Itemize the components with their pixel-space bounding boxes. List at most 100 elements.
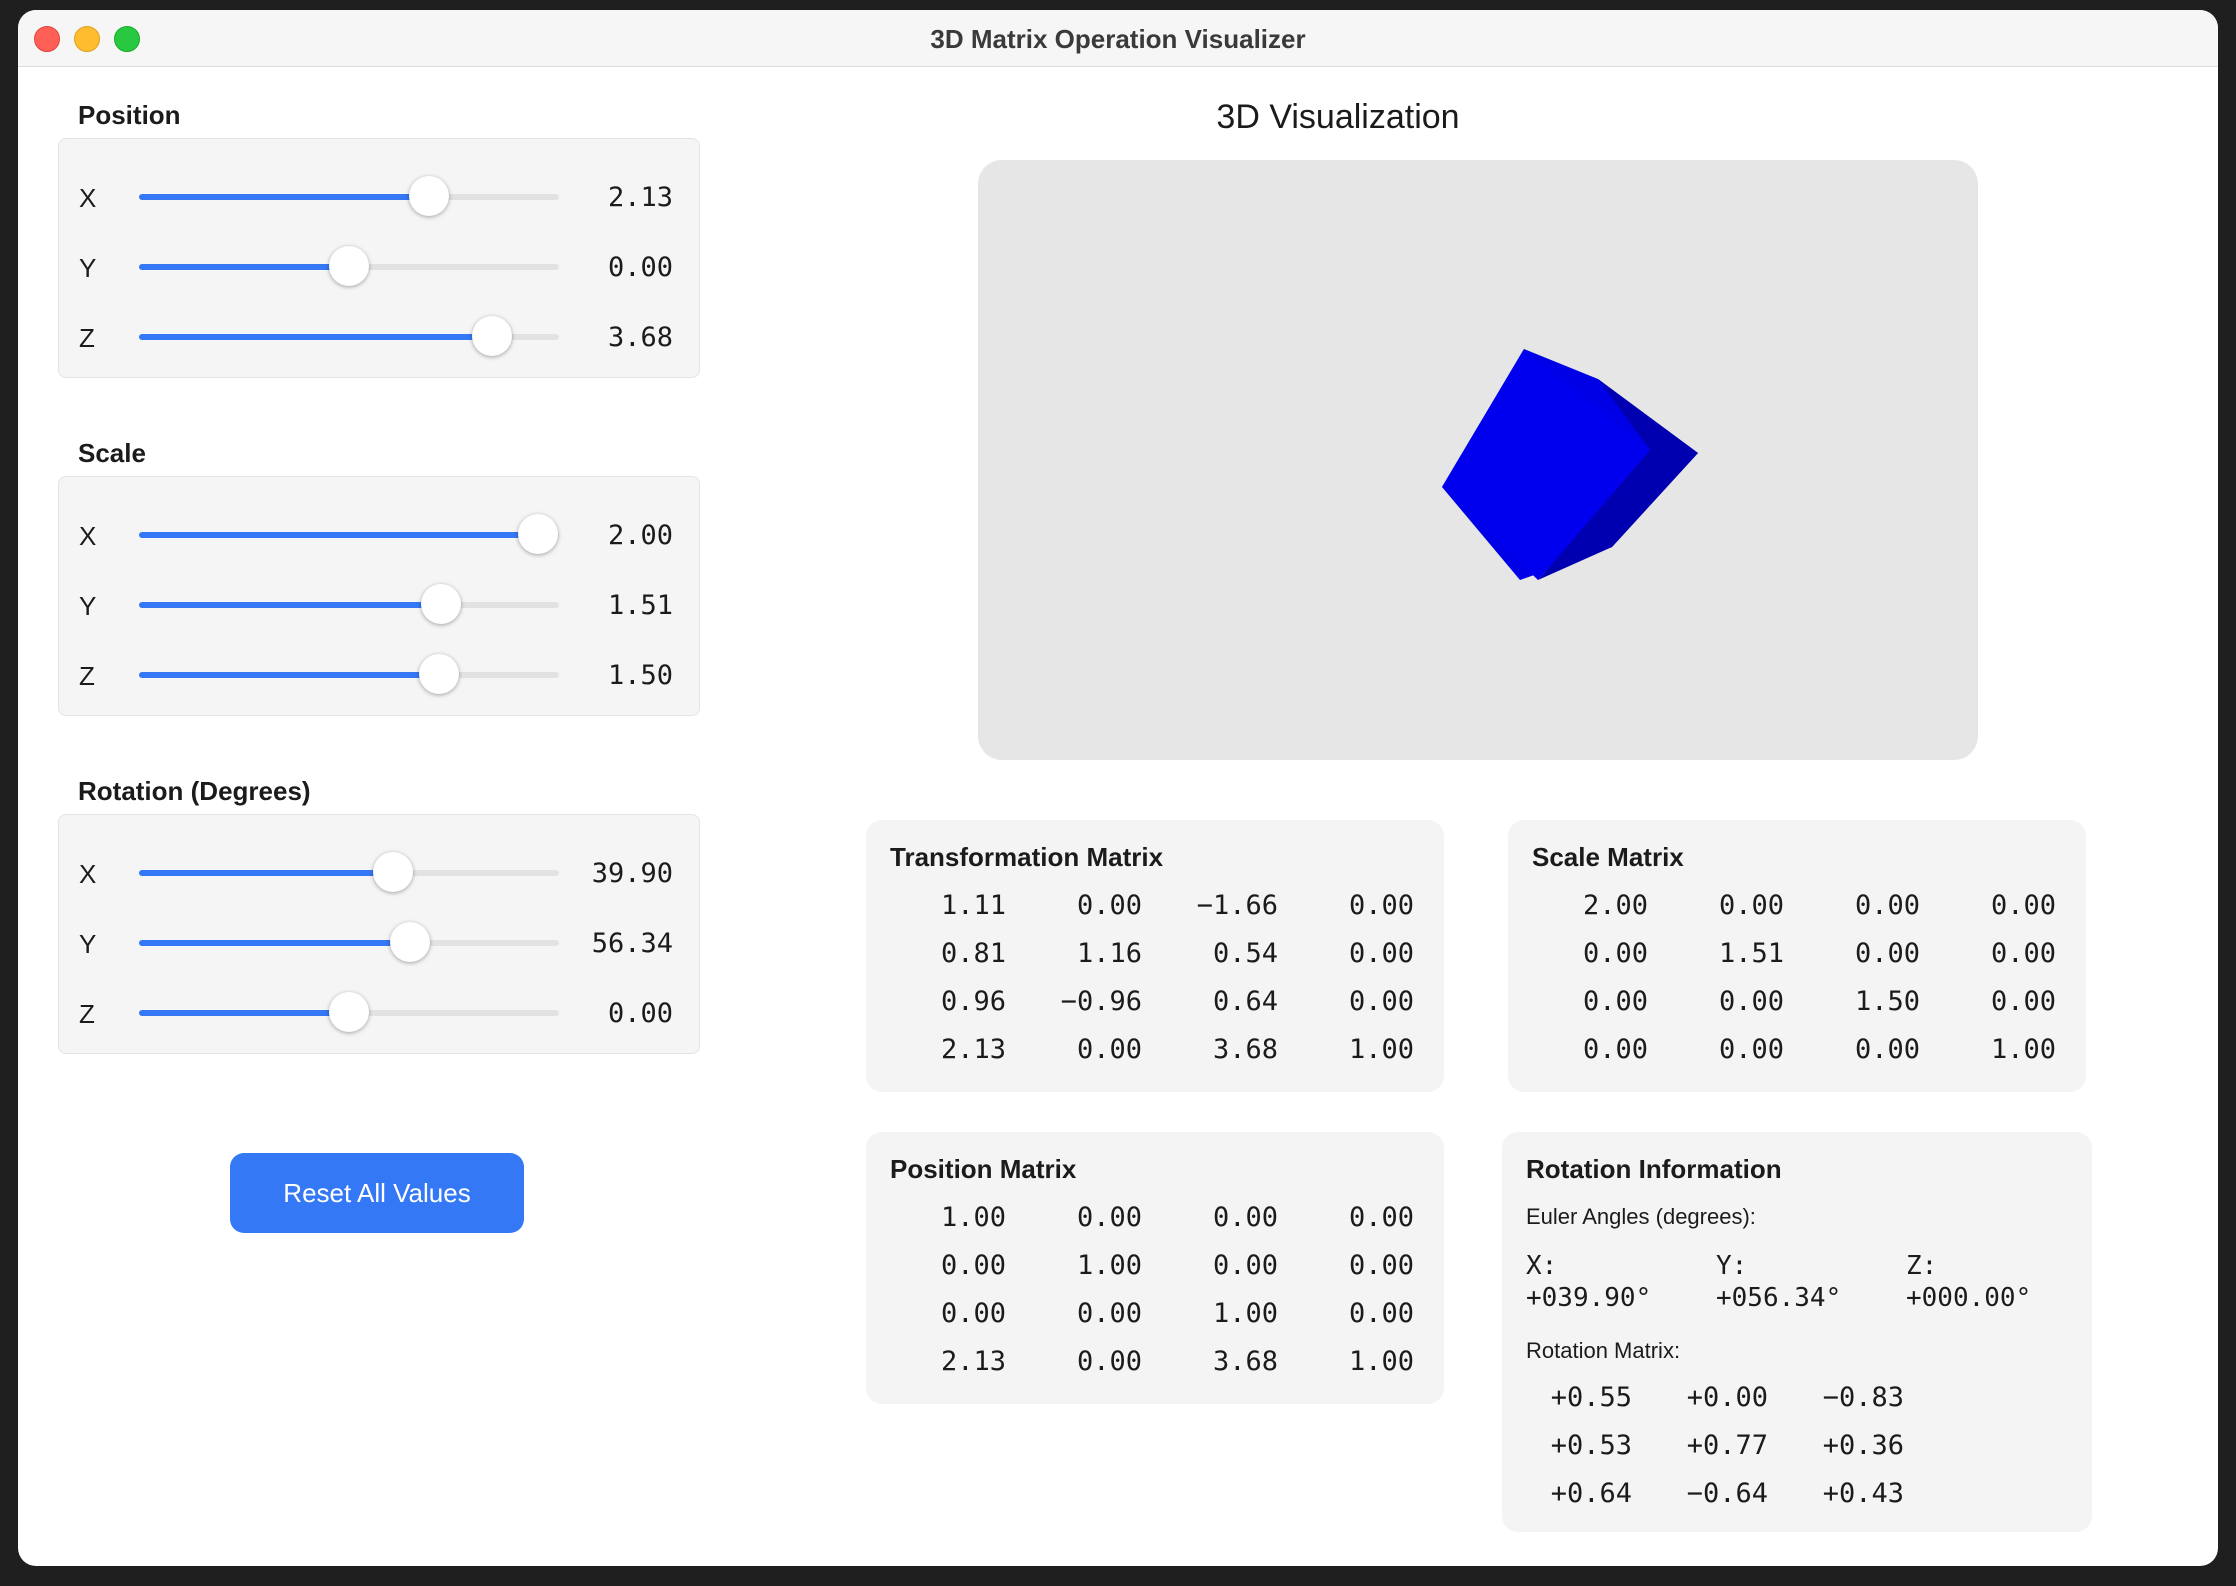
scale-y-slider[interactable]	[139, 584, 559, 624]
slider-thumb[interactable]	[373, 852, 414, 892]
matrix-cell: 0.00	[1582, 1034, 1648, 1065]
slider-fill	[139, 602, 442, 608]
position-z-value: 3.68	[607, 322, 673, 353]
slider-thumb[interactable]	[421, 584, 462, 624]
scale-matrix-title: Scale Matrix	[1532, 842, 1684, 872]
matrix-cell: 1.00	[940, 1202, 1006, 1233]
euler-y: Y: +056.34°	[1716, 1250, 1841, 1314]
slider-fill	[139, 870, 394, 876]
euler-axis: X:	[1526, 1251, 1558, 1281]
matrix-cell: 1.00	[1212, 1298, 1278, 1329]
matrix-cell: 0.00	[1076, 1298, 1142, 1329]
euler-angles-label: Euler Angles (degrees):	[1526, 1204, 1756, 1229]
slider-thumb[interactable]	[329, 246, 369, 286]
matrix-cell: 3.68	[1212, 1034, 1278, 1065]
matrix-cell: 0.00	[1076, 1346, 1142, 1377]
matrix-cell: 1.11	[940, 890, 1006, 921]
rotation-section-title: Rotation (Degrees)	[78, 776, 311, 806]
matrix-cell: 0.00	[1348, 938, 1414, 969]
slider-fill	[139, 194, 429, 200]
rotation-z-value: 0.00	[607, 998, 673, 1029]
slider-fill	[139, 940, 410, 946]
matrix-cell: 0.00	[1854, 1034, 1920, 1065]
matrix-cell: 1.00	[1348, 1346, 1414, 1377]
matrix-cell: 0.00	[1348, 1298, 1414, 1329]
matrix-cell: 1.00	[1990, 1034, 2056, 1065]
matrix-cell: −1.66	[1196, 890, 1278, 921]
matrix-cell: −0.64	[1686, 1478, 1768, 1509]
slider-thumb[interactable]	[419, 654, 460, 694]
matrix-cell: 0.00	[1582, 938, 1648, 969]
slider-thumb[interactable]	[408, 176, 449, 216]
euler-value: +056.34°	[1716, 1283, 1842, 1313]
rotation-x-slider[interactable]	[139, 852, 559, 892]
matrix-cell: −0.83	[1822, 1382, 1904, 1413]
matrix-cell: 0.64	[1212, 986, 1278, 1017]
cube-render	[1442, 349, 1698, 580]
slider-fill	[139, 532, 538, 538]
3d-viewport[interactable]	[978, 160, 1978, 760]
matrix-cell: 2.00	[1582, 890, 1648, 921]
position-matrix-card: Position Matrix 1.00 0.00 0.00 0.00 0.00…	[866, 1132, 1444, 1404]
position-y-slider-row: Y 0.00	[59, 233, 699, 303]
matrix-cell: 2.13	[940, 1346, 1006, 1377]
slider-fill	[139, 264, 349, 270]
matrix-cell: 0.00	[940, 1250, 1006, 1281]
position-section-title: Position	[78, 100, 181, 130]
scale-matrix-card: Scale Matrix 2.00 0.00 0.00 0.00 0.00 1.…	[1508, 820, 2086, 1092]
matrix-cell: 0.00	[1348, 1250, 1414, 1281]
rotation-info-title: Rotation Information	[1526, 1154, 1782, 1184]
matrix-cell: 0.00	[1990, 938, 2056, 969]
matrix-cell: 1.51	[1718, 938, 1784, 969]
matrix-cell: 0.00	[1212, 1250, 1278, 1281]
slider-thumb[interactable]	[329, 992, 369, 1032]
reset-all-values-button[interactable]: Reset All Values	[230, 1153, 524, 1233]
matrix-cell: 0.00	[1854, 938, 1920, 969]
position-x-slider[interactable]	[139, 176, 559, 216]
rotation-x-slider-row: X 39.90	[59, 839, 699, 909]
matrix-cell: 0.00	[1348, 986, 1414, 1017]
slider-fill	[139, 334, 492, 340]
rotation-x-value: 39.90	[591, 858, 673, 889]
matrix-cell: 0.00	[1348, 890, 1414, 921]
slider-thumb[interactable]	[389, 922, 430, 962]
matrix-cell: 0.00	[1076, 890, 1142, 921]
scale-z-slider-row: Z 1.50	[59, 641, 699, 711]
rotation-matrix-label: Rotation Matrix:	[1526, 1338, 1681, 1363]
position-panel: X 2.13 Y 0.00 Z 3.68	[58, 138, 700, 378]
slider-label: X	[79, 521, 97, 551]
rotation-z-slider[interactable]	[139, 992, 559, 1032]
matrix-cell: +0.77	[1686, 1430, 1768, 1461]
slider-fill	[139, 1010, 349, 1016]
slider-label: Z	[79, 323, 95, 353]
rotation-y-slider[interactable]	[139, 922, 559, 962]
matrix-cell: 0.00	[1718, 890, 1784, 921]
matrix-cell: 0.00	[1212, 1202, 1278, 1233]
scale-section-title: Scale	[78, 438, 146, 468]
scale-z-value: 1.50	[607, 660, 673, 691]
slider-fill	[139, 672, 440, 678]
scale-x-slider[interactable]	[139, 514, 559, 554]
position-y-value: 0.00	[607, 252, 673, 283]
slider-label: Y	[79, 253, 97, 283]
slider-thumb[interactable]	[518, 514, 558, 554]
slider-label: Y	[79, 929, 97, 959]
scale-z-slider[interactable]	[139, 654, 559, 694]
matrix-cell: 0.54	[1212, 938, 1278, 969]
slider-label: X	[79, 183, 97, 213]
position-z-slider[interactable]	[139, 316, 559, 356]
matrix-cell: 0.81	[940, 938, 1006, 969]
cube-front-face	[1442, 349, 1650, 580]
scale-x-value: 2.00	[607, 520, 673, 551]
matrix-cell: 0.00	[1076, 1034, 1142, 1065]
rotation-z-slider-row: Z 0.00	[59, 979, 699, 1049]
position-y-slider[interactable]	[139, 246, 559, 286]
matrix-cell: 0.00	[1076, 1202, 1142, 1233]
rotation-y-slider-row: Y 56.34	[59, 909, 699, 979]
matrix-cell: +0.53	[1550, 1430, 1632, 1461]
slider-thumb[interactable]	[471, 316, 512, 356]
visualization-title: 3D Visualization	[1216, 98, 1460, 136]
matrix-cell: 0.96	[940, 986, 1006, 1017]
euler-axis: Y:	[1716, 1251, 1748, 1281]
matrix-cell: +0.64	[1550, 1478, 1632, 1509]
